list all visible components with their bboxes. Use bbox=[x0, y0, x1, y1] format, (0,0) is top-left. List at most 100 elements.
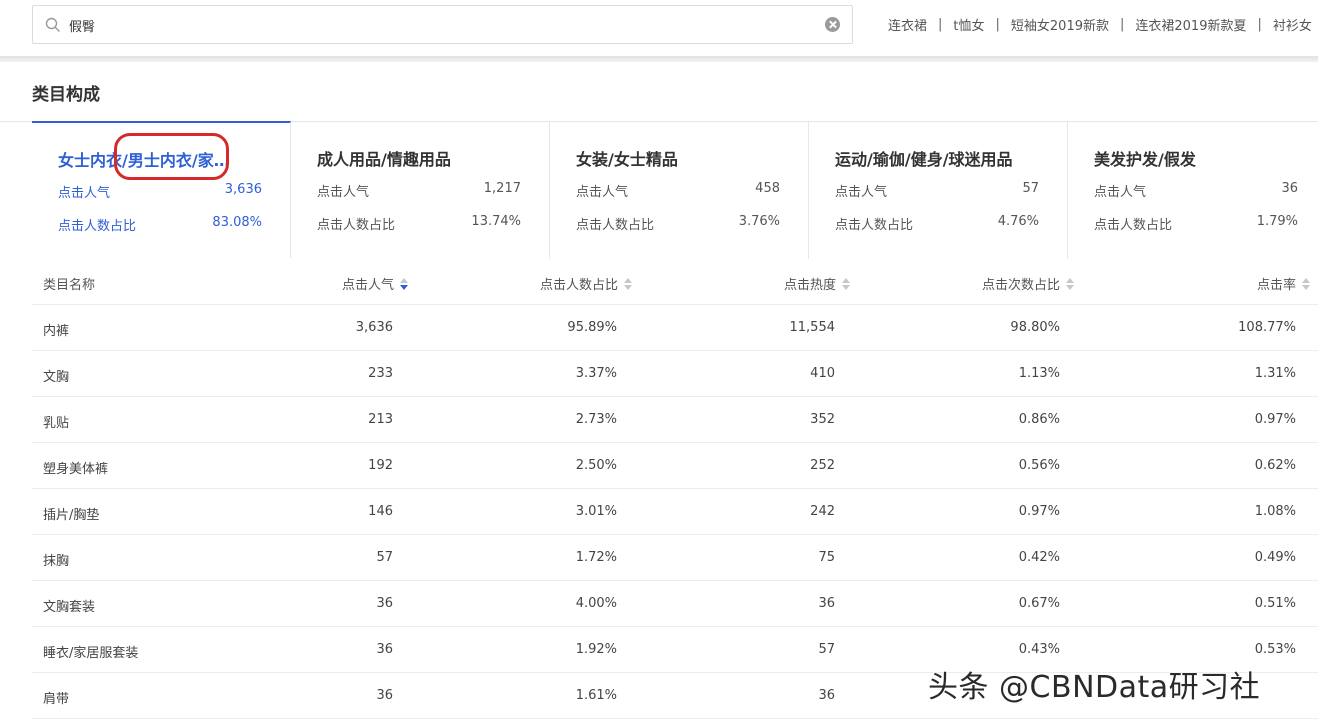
metric-label: 点击人数占比 bbox=[317, 218, 396, 233]
hot-word-link[interactable]: 连衣裙 bbox=[888, 15, 927, 34]
cell-click-rate: 108.77% bbox=[1238, 320, 1296, 335]
column-header-click-popularity[interactable]: 点击人气 bbox=[342, 274, 408, 293]
cell-click-heat: 352 bbox=[810, 412, 835, 427]
column-header-click-rate[interactable]: 点击率 bbox=[1257, 274, 1310, 293]
cell-click-count-share: 98.80% bbox=[1010, 320, 1060, 335]
sort-icon[interactable] bbox=[624, 277, 632, 290]
cell-click-heat: 11,554 bbox=[789, 320, 836, 335]
cell-click-popularity: 192 bbox=[368, 458, 393, 473]
top-search-bar: 连衣裙 | t恤女 | 短袖女2019新款 | 连衣裙2019新款夏 | 衬衫女 bbox=[0, 0, 1318, 56]
metric-value: 57 bbox=[1022, 181, 1039, 196]
click-share-row: 点击人数占比 13.74% bbox=[317, 214, 521, 233]
click-popularity-row: 点击人气 3,636 bbox=[58, 182, 262, 201]
category-card[interactable]: 女士内衣/男士内衣/家… 点击人气 3,636 点击人数占比 83.08% bbox=[32, 121, 291, 258]
metric-value: 3.76% bbox=[738, 214, 780, 229]
metric-label: 点击人气 bbox=[58, 186, 111, 201]
section-title: 类目构成 bbox=[32, 85, 100, 105]
cell-click-user-share: 3.37% bbox=[575, 366, 617, 381]
cell-category: 文胸 bbox=[43, 370, 70, 385]
sort-icon[interactable] bbox=[1066, 277, 1074, 290]
column-header-click-heat[interactable]: 点击热度 bbox=[784, 274, 850, 293]
hot-word-link[interactable]: 连衣裙2019新款夏 bbox=[1135, 15, 1246, 34]
cell-click-rate: 1.31% bbox=[1254, 366, 1296, 381]
cell-click-heat: 57 bbox=[818, 642, 835, 657]
search-box[interactable] bbox=[32, 5, 853, 44]
category-card[interactable]: 运动/瑜伽/健身/球迷用品 点击人气 57 点击人数占比 4.76% bbox=[809, 122, 1068, 259]
click-popularity-row: 点击人气 458 bbox=[576, 181, 780, 200]
sort-icon[interactable] bbox=[400, 277, 408, 290]
separator: | bbox=[995, 16, 1000, 32]
hot-word-link[interactable]: t恤女 bbox=[953, 15, 984, 34]
metric-label: 点击人数占比 bbox=[835, 218, 914, 233]
metric-value: 458 bbox=[755, 181, 780, 196]
table-row: 内裤 3,636 95.89% 11,554 98.80% 108.77% bbox=[32, 305, 1318, 351]
cell-click-heat: 410 bbox=[810, 366, 835, 381]
category-table: 类目名称 点击人气 点击人数占比 点击热度 点击次数占比 点击率 内裤 3,63… bbox=[32, 259, 1318, 719]
search-icon bbox=[45, 17, 60, 32]
metric-value: 83.08% bbox=[212, 215, 262, 230]
hot-search-words: 连衣裙 | t恤女 | 短袖女2019新款 | 连衣裙2019新款夏 | 衬衫女 bbox=[888, 14, 1312, 34]
cell-click-rate: 0.53% bbox=[1254, 642, 1296, 657]
click-popularity-row: 点击人气 36 bbox=[1094, 181, 1298, 200]
cell-click-user-share: 95.89% bbox=[567, 320, 617, 335]
category-card[interactable]: 成人用品/情趣用品 点击人气 1,217 点击人数占比 13.74% bbox=[291, 122, 550, 259]
click-share-row: 点击人数占比 83.08% bbox=[58, 215, 262, 234]
column-header-category: 类目名称 bbox=[43, 278, 96, 293]
cell-category: 肩带 bbox=[43, 692, 70, 707]
cell-click-rate: 1.08% bbox=[1254, 504, 1296, 519]
cell-click-user-share: 4.00% bbox=[575, 596, 617, 611]
cell-click-rate: 0.62% bbox=[1254, 458, 1296, 473]
cell-click-count-share: 0.67% bbox=[1018, 596, 1060, 611]
category-name: 美发护发/假发 bbox=[1094, 150, 1196, 169]
cell-click-count-share: 0.86% bbox=[1018, 412, 1060, 427]
category-card[interactable]: 女装/女士精品 点击人气 458 点击人数占比 3.76% bbox=[550, 122, 809, 259]
metric-value: 1,217 bbox=[483, 181, 521, 196]
cell-category: 文胸套装 bbox=[43, 600, 96, 615]
cell-click-heat: 36 bbox=[818, 688, 835, 703]
separator: | bbox=[938, 16, 943, 32]
cell-click-popularity: 146 bbox=[368, 504, 393, 519]
cell-category: 抹胸 bbox=[43, 554, 70, 569]
category-name: 成人用品/情趣用品 bbox=[317, 150, 451, 169]
table-row: 塑身美体裤 192 2.50% 252 0.56% 0.62% bbox=[32, 443, 1318, 489]
hot-word-link[interactable]: 衬衫女 bbox=[1273, 15, 1312, 34]
column-header-click-user-share[interactable]: 点击人数占比 bbox=[540, 274, 632, 293]
cell-click-heat: 242 bbox=[810, 504, 835, 519]
header-shadow bbox=[0, 56, 1318, 62]
metric-label: 点击人数占比 bbox=[58, 219, 137, 234]
cell-click-user-share: 1.92% bbox=[575, 642, 617, 657]
cell-click-user-share: 2.50% bbox=[575, 458, 617, 473]
cell-click-popularity: 36 bbox=[376, 688, 393, 703]
clear-icon[interactable] bbox=[825, 17, 840, 32]
category-name: 运动/瑜伽/健身/球迷用品 bbox=[835, 150, 1013, 169]
cell-click-popularity: 3,636 bbox=[355, 320, 393, 335]
cell-click-heat: 252 bbox=[810, 458, 835, 473]
table-row: 乳贴 213 2.73% 352 0.86% 0.97% bbox=[32, 397, 1318, 443]
search-input[interactable] bbox=[69, 15, 809, 35]
table-row: 抹胸 57 1.72% 75 0.42% 0.49% bbox=[32, 535, 1318, 581]
cell-category: 塑身美体裤 bbox=[43, 462, 109, 477]
category-cards: 女士内衣/男士内衣/家… 点击人气 3,636 点击人数占比 83.08% 成人… bbox=[32, 121, 1318, 259]
table-row: 文胸 233 3.37% 410 1.13% 1.31% bbox=[32, 351, 1318, 397]
cell-click-rate: 0.49% bbox=[1254, 550, 1296, 565]
cell-click-popularity: 213 bbox=[368, 412, 393, 427]
click-popularity-row: 点击人气 57 bbox=[835, 181, 1039, 200]
cell-click-popularity: 36 bbox=[376, 596, 393, 611]
cell-click-count-share: 1.13% bbox=[1018, 366, 1060, 381]
sort-icon[interactable] bbox=[1302, 277, 1310, 290]
category-card[interactable]: 美发护发/假发 点击人气 36 点击人数占比 1.79% bbox=[1068, 122, 1318, 259]
metric-label: 点击人气 bbox=[576, 185, 629, 200]
click-share-row: 点击人数占比 4.76% bbox=[835, 214, 1039, 233]
metric-value: 36 bbox=[1281, 181, 1298, 196]
cell-click-rate: 0.97% bbox=[1254, 412, 1296, 427]
watermark: 头条 @CBNData研习社 bbox=[928, 670, 1261, 705]
cell-click-user-share: 1.61% bbox=[575, 688, 617, 703]
hot-word-link[interactable]: 短袖女2019新款 bbox=[1011, 15, 1109, 34]
cell-click-count-share: 0.56% bbox=[1018, 458, 1060, 473]
metric-label: 点击人气 bbox=[317, 185, 370, 200]
cell-click-user-share: 2.73% bbox=[575, 412, 617, 427]
sort-icon[interactable] bbox=[842, 277, 850, 290]
cell-click-count-share: 0.97% bbox=[1018, 504, 1060, 519]
column-header-click-count-share[interactable]: 点击次数占比 bbox=[982, 274, 1074, 293]
metric-label: 点击人数占比 bbox=[1094, 218, 1173, 233]
